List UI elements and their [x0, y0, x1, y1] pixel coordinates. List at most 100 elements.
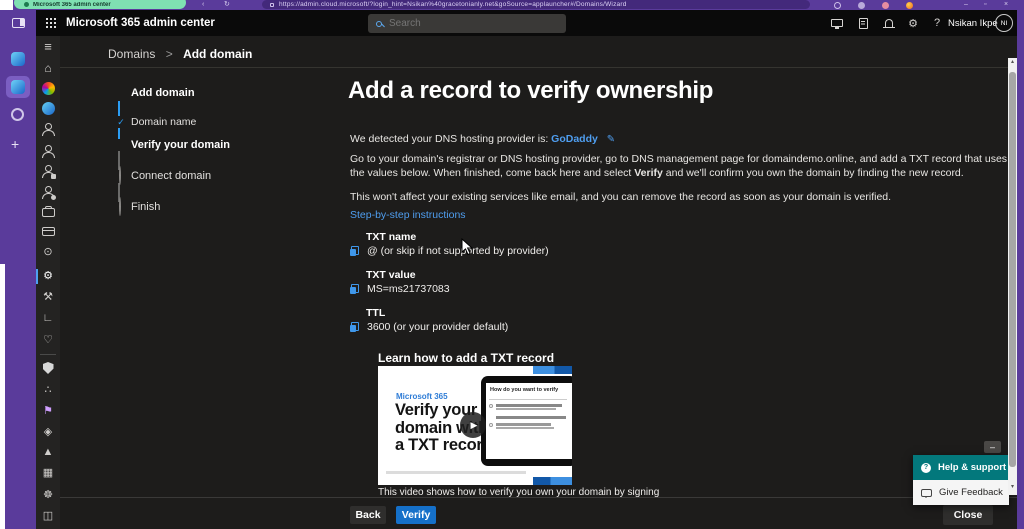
help-minimize-button[interactable]: – [984, 441, 1001, 453]
copy-icon[interactable] [350, 246, 359, 256]
message-center-icon[interactable] [856, 16, 870, 30]
scrollbar-down-icon[interactable]: ▾ [1008, 483, 1017, 490]
tab-favicon-generic[interactable] [11, 108, 24, 121]
wizard-steps: Add domain ✓ Domain name Verify your dom… [112, 86, 322, 226]
wizard-footer: Back Verify Close [60, 497, 1017, 529]
corner [0, 0, 13, 10]
reports-icon[interactable]: ∟ [36, 312, 60, 325]
copilot-icon[interactable] [36, 82, 60, 99]
notifications-icon[interactable] [882, 16, 896, 30]
page-title: Add a record to verify ownership [348, 77, 714, 104]
scrollbar-up-icon[interactable]: ▴ [1008, 58, 1017, 65]
defender-icon[interactable]: ◈ [36, 426, 60, 439]
profile-avatar-icon[interactable] [882, 1, 889, 9]
menu-icon[interactable]: ≡ [36, 40, 60, 53]
home-icon[interactable]: ⌂ [36, 62, 60, 75]
close-button[interactable]: Close [943, 505, 993, 525]
step-by-step-link[interactable]: Step-by-step instructions [350, 209, 466, 221]
help-support-button[interactable]: ? Help & support [913, 455, 1009, 480]
apps-grid-icon[interactable]: ▦ [36, 467, 60, 480]
compliance-icon[interactable]: ∴ [36, 384, 60, 397]
record-row: @ (or skip if not supported by provider) [350, 245, 549, 257]
search-icon [376, 20, 382, 27]
browser-chrome: Microsoft 365 admin center ‹ ↻ https://a… [0, 0, 1024, 10]
record-value: 3600 (or your provider default) [367, 321, 509, 333]
settings-icon[interactable]: ⚙ [36, 269, 60, 284]
breadcrumb-current: Add domain [183, 47, 253, 61]
users-icon[interactable] [36, 123, 60, 140]
teams-icon[interactable]: ◫ [36, 510, 60, 523]
nav-rail: ≡ ⌂ ⊙ ⚙ ⚒ ∟ ♡ ∴ ⚑ ◈ ▲ ▦ ☸ ◫ [36, 36, 60, 529]
mouse-cursor [461, 238, 473, 256]
edit-pencil-icon[interactable]: ✎ [607, 134, 615, 145]
sentinel-icon[interactable]: ▲ [36, 446, 60, 459]
give-feedback-button[interactable]: Give Feedback [913, 480, 1009, 505]
window-edge [1017, 0, 1024, 529]
breadcrumb-separator: > [165, 47, 173, 61]
active-tab[interactable] [6, 76, 30, 98]
health-icon[interactable]: ♡ [36, 334, 60, 347]
tablet-screen: How do you want to verify [486, 383, 572, 459]
settings-gear-icon[interactable]: ⚙ [906, 16, 920, 30]
help-support-icon: ? [921, 462, 931, 473]
extension-icon[interactable] [834, 1, 841, 9]
lock-icon [270, 2, 274, 7]
back-icon[interactable]: ‹ [202, 0, 204, 10]
security-icon[interactable] [36, 362, 60, 378]
app-launcher-icon[interactable] [46, 18, 57, 29]
url-text: https://admin.cloud.microsoft/?login_hin… [279, 1, 627, 8]
decorative-bar [533, 366, 572, 374]
copy-icon[interactable] [350, 284, 359, 294]
endpoint-flag-icon[interactable]: ⚑ [36, 405, 60, 418]
back-button[interactable]: Back [350, 506, 386, 524]
play-button[interactable]: ▶ [460, 412, 486, 438]
browser-tab[interactable]: Microsoft 365 admin center [14, 0, 186, 9]
record-value: @ (or skip if not supported by provider) [367, 245, 549, 257]
screen: Microsoft 365 admin center ‹ ↻ https://a… [0, 0, 1024, 529]
url-bar[interactable]: https://admin.cloud.microsoft/?login_hin… [262, 0, 810, 9]
copy-icon[interactable] [350, 322, 359, 332]
search-box[interactable] [368, 14, 566, 33]
extension-icon[interactable] [858, 1, 865, 9]
step-indicator-filled [112, 84, 126, 102]
avatar[interactable]: NI [995, 14, 1013, 32]
resources-icon[interactable] [36, 204, 60, 221]
record-label: TXT name [366, 231, 417, 243]
apps-icon[interactable] [36, 102, 60, 119]
user-name[interactable]: Nsikan Ikpe [948, 18, 998, 29]
reload-icon[interactable]: ↻ [224, 0, 230, 10]
tab-favicon-admin[interactable] [11, 52, 25, 66]
desktop-edge [0, 264, 5, 529]
video-progress-bar[interactable] [386, 471, 526, 474]
guest-users-icon[interactable] [36, 145, 60, 162]
provider-link[interactable]: GoDaddy [551, 133, 598, 145]
new-tab-button[interactable]: + [11, 136, 19, 152]
help-icon[interactable]: ? [930, 16, 944, 30]
verify-button[interactable]: Verify [396, 506, 436, 524]
billing-icon[interactable] [36, 227, 60, 240]
app-header: Microsoft 365 admin center ⚙ ? Nsikan Ik… [36, 10, 1017, 36]
app-title: Microsoft 365 admin center [66, 17, 215, 29]
roles-icon[interactable] [36, 165, 60, 182]
video-thumbnail[interactable]: Microsoft 365 Verify your domain with a … [378, 366, 572, 485]
decorative-bar [533, 477, 572, 485]
instructions-paragraph: Go to your domain's registrar or DNS hos… [350, 153, 1008, 179]
search-input[interactable] [389, 18, 539, 29]
breadcrumb-domains[interactable]: Domains [108, 47, 155, 61]
sidebar-toggle-icon[interactable] [12, 18, 25, 28]
window-close-icon[interactable]: × [1004, 0, 1008, 10]
setup-icon[interactable]: ⚒ [36, 291, 60, 304]
firefox-menu-icon[interactable] [906, 1, 913, 9]
tablet-screen-title: How do you want to verify [490, 387, 559, 393]
provider-line: We detected your DNS hosting provider is… [350, 133, 616, 145]
scrollbar-thumb[interactable] [1009, 72, 1016, 467]
tab-favicon-admin-active [11, 80, 25, 94]
delegation-icon[interactable] [36, 186, 60, 203]
step-indicator-current [112, 136, 126, 154]
presenter-icon[interactable] [830, 16, 844, 30]
exchange-icon[interactable]: ☸ [36, 489, 60, 502]
window-minimize-icon[interactable]: – [964, 0, 968, 10]
step-indicator-empty [112, 197, 126, 216]
window-maximize-icon[interactable]: ▫ [984, 0, 986, 10]
support-icon[interactable]: ⊙ [36, 246, 60, 259]
